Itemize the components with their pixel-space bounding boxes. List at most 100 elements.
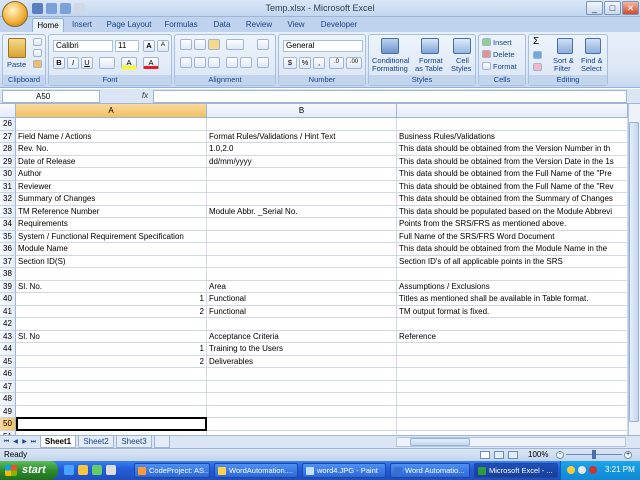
- formula-input[interactable]: [153, 90, 627, 103]
- column-header-b[interactable]: B: [207, 104, 397, 118]
- security-icon[interactable]: [589, 466, 597, 474]
- cell-b[interactable]: [207, 268, 397, 281]
- cell-a[interactable]: Module Name: [16, 243, 207, 256]
- row-header[interactable]: 26: [0, 118, 16, 131]
- normal-view-icon[interactable]: [480, 451, 490, 459]
- cell-a[interactable]: Requirements: [16, 218, 207, 231]
- horizontal-scroll-thumb[interactable]: [410, 438, 470, 446]
- tab-page-layout[interactable]: Page Layout: [104, 18, 154, 32]
- cell-a[interactable]: Field Name / Actions: [16, 130, 207, 143]
- row-header[interactable]: 30: [0, 168, 16, 181]
- office-button[interactable]: [2, 1, 28, 27]
- sheet-tab-sheet3[interactable]: Sheet3: [116, 436, 152, 448]
- tab-developer[interactable]: Developer: [316, 18, 362, 32]
- minimize-button[interactable]: _: [586, 1, 603, 15]
- format-as-table-icon[interactable]: [421, 38, 439, 54]
- find-select-icon[interactable]: [585, 38, 601, 54]
- row-header[interactable]: 27: [0, 130, 16, 143]
- tab-review[interactable]: Review: [242, 18, 276, 32]
- cell-c[interactable]: [397, 393, 628, 406]
- sort-filter-line2[interactable]: Filter: [554, 64, 571, 73]
- cell-c[interactable]: [397, 343, 628, 356]
- cell-c[interactable]: Full Name of the SRS/FRS Word Document: [397, 230, 628, 243]
- cell-a[interactable]: [16, 380, 207, 393]
- row-header[interactable]: 31: [0, 180, 16, 193]
- cell-a[interactable]: Summary of Changes: [16, 193, 207, 206]
- row-header[interactable]: 32: [0, 193, 16, 206]
- row-header[interactable]: 47: [0, 380, 16, 393]
- clear-icon[interactable]: [533, 63, 542, 71]
- fill-icon[interactable]: [533, 51, 542, 59]
- cell-c[interactable]: [397, 368, 628, 381]
- cell-b[interactable]: [207, 118, 397, 131]
- cell-a[interactable]: [16, 368, 207, 381]
- cell-b[interactable]: [207, 193, 397, 206]
- cell-a[interactable]: Author: [16, 168, 207, 181]
- percent-button[interactable]: %: [299, 57, 311, 69]
- sheet-tab-sheet2[interactable]: Sheet2: [78, 436, 114, 448]
- sheet-tab-sheet1[interactable]: Sheet1: [40, 436, 76, 448]
- wrap-text-icon[interactable]: [257, 39, 269, 50]
- cell-c[interactable]: [397, 355, 628, 368]
- row-header[interactable]: 37: [0, 255, 16, 268]
- cell-a[interactable]: Section ID(S): [16, 255, 207, 268]
- save-icon[interactable]: [32, 3, 43, 14]
- column-header-c[interactable]: [397, 104, 628, 118]
- cell-b[interactable]: [207, 255, 397, 268]
- conditional-formatting-line2[interactable]: Formatting: [372, 64, 408, 73]
- row-header[interactable]: 40: [0, 293, 16, 306]
- next-sheet-icon[interactable]: ▶: [20, 437, 29, 447]
- increase-decimal-button[interactable]: .0: [329, 57, 344, 69]
- delete-button[interactable]: Delete: [493, 50, 515, 59]
- cell-c[interactable]: Points from the SRS/FRS as mentioned abo…: [397, 218, 628, 231]
- cell-c[interactable]: This data should be obtained from the Ve…: [397, 155, 628, 168]
- quicklaunch-icon[interactable]: [92, 465, 102, 475]
- cell-a[interactable]: Sl. No: [16, 330, 207, 343]
- first-sheet-icon[interactable]: ⏮: [2, 437, 11, 447]
- taskbar-item-word-automation[interactable]: Word Automatio...: [390, 463, 470, 478]
- cell-a[interactable]: [16, 118, 207, 131]
- font-name-select[interactable]: Calibri: [53, 40, 113, 52]
- cell-b[interactable]: [207, 418, 397, 431]
- taskbar-item-excel[interactable]: Microsoft Excel - ...: [474, 463, 558, 478]
- vertical-scroll-thumb[interactable]: [629, 122, 639, 422]
- row-header[interactable]: 50: [0, 418, 16, 431]
- conditional-formatting-icon[interactable]: [381, 38, 399, 54]
- italic-button[interactable]: I: [67, 57, 79, 69]
- tab-data[interactable]: Data: [208, 18, 236, 32]
- last-sheet-icon[interactable]: ⏭: [29, 437, 38, 447]
- currency-button[interactable]: $: [283, 57, 297, 69]
- autosum-button[interactable]: Σ: [533, 37, 539, 47]
- taskbar-item-paint[interactable]: word4.JPG - Paint: [302, 463, 386, 478]
- row-header[interactable]: 34: [0, 218, 16, 231]
- cell-c[interactable]: Assumptions / Exclusions: [397, 280, 628, 293]
- row-header[interactable]: 35: [0, 230, 16, 243]
- format-painter-icon[interactable]: [33, 60, 42, 68]
- align-right-icon[interactable]: [208, 57, 220, 68]
- cell-c[interactable]: Section ID's of all applicable points in…: [397, 255, 628, 268]
- cell-c[interactable]: [397, 405, 628, 418]
- prev-sheet-icon[interactable]: ◀: [11, 437, 20, 447]
- format-button[interactable]: Format: [493, 62, 517, 71]
- row-header[interactable]: 29: [0, 155, 16, 168]
- row-header[interactable]: 43: [0, 330, 16, 343]
- row-header[interactable]: 28: [0, 143, 16, 156]
- cell-a[interactable]: 1: [16, 343, 207, 356]
- cell-c[interactable]: This data should be obtained from the Fu…: [397, 180, 628, 193]
- row-header[interactable]: 45: [0, 355, 16, 368]
- cell-a[interactable]: Sl. No.: [16, 280, 207, 293]
- decrease-decimal-button[interactable]: .00: [346, 57, 362, 69]
- row-header[interactable]: 39: [0, 280, 16, 293]
- cell-b[interactable]: 1.0,2.0: [207, 143, 397, 156]
- cell-b[interactable]: [207, 168, 397, 181]
- column-header-a[interactable]: A: [16, 104, 207, 118]
- cell-a[interactable]: Date of Release: [16, 155, 207, 168]
- row-header[interactable]: 36: [0, 243, 16, 256]
- find-select-line2[interactable]: Select: [581, 64, 602, 73]
- cell-b[interactable]: dd/mm/yyyy: [207, 155, 397, 168]
- cell-b[interactable]: [207, 230, 397, 243]
- cell-b[interactable]: [207, 405, 397, 418]
- fill-color-button[interactable]: A: [121, 57, 137, 69]
- decrease-indent-icon[interactable]: [226, 57, 238, 68]
- zoom-slider-thumb[interactable]: [592, 450, 596, 459]
